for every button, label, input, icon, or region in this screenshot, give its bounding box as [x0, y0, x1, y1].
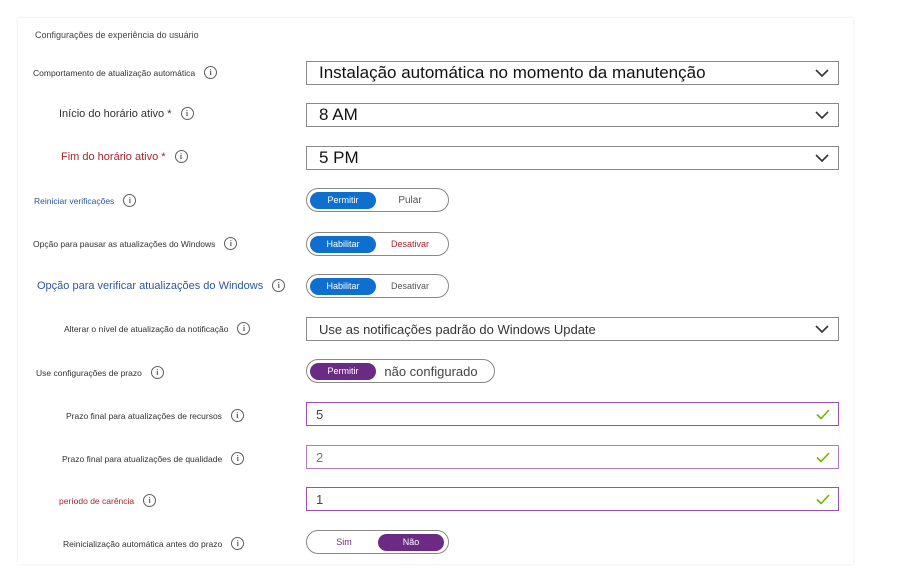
info-icon[interactable]: i	[174, 150, 188, 163]
pause-updates-toggle[interactable]: Habilitar Desativar	[306, 232, 449, 256]
check-updates-label-row: Opção para verificar atualizações do Win…	[37, 279, 286, 292]
active-start-value: 8 AM	[319, 105, 358, 124]
restart-checks-skip-option[interactable]: Pular	[376, 192, 444, 209]
active-end-select[interactable]: 5 PM	[306, 146, 839, 170]
pause-updates-label: Opção para pausar as atualizações do Win…	[33, 238, 216, 249]
info-icon[interactable]: i	[231, 537, 245, 550]
info-icon[interactable]: i	[224, 237, 238, 250]
active-end-label-row: Fim do horário ativo * i	[61, 150, 188, 163]
info-icon[interactable]: i	[204, 66, 218, 79]
info-icon[interactable]: i	[272, 279, 286, 292]
auto-update-label-row: Comportamento de atualização automática …	[33, 66, 218, 79]
quality-deadline-value: 2	[316, 449, 324, 465]
auto-restart-toggle[interactable]: Sim Não	[306, 530, 449, 554]
restart-checks-toggle[interactable]: Permitir Pular	[306, 188, 449, 212]
check-updates-toggle[interactable]: Habilitar Desativar	[306, 274, 449, 298]
pause-updates-enable-option[interactable]: Habilitar	[310, 235, 376, 253]
info-icon[interactable]: i	[123, 194, 137, 207]
auto-update-label: Comportamento de atualização automática	[33, 67, 196, 78]
notification-level-select[interactable]: Use as notificações padrão do Windows Up…	[306, 317, 839, 341]
check-updates-disable-option[interactable]: Desativar	[376, 278, 444, 295]
feature-deadline-label-row: Prazo final para atualizações de recurso…	[66, 409, 244, 422]
info-icon[interactable]: i	[237, 322, 251, 335]
deadline-settings-label-row: Use configurações de prazo i	[36, 366, 164, 379]
chevron-down-icon	[810, 61, 834, 85]
notification-level-label: Alterar o nível de atualização da notifi…	[64, 323, 229, 334]
chevron-down-icon	[810, 146, 834, 170]
chevron-down-icon	[810, 103, 834, 127]
info-icon[interactable]: i	[230, 409, 244, 422]
pause-updates-disable-option[interactable]: Desativar	[376, 236, 444, 253]
restart-checks-allow-option[interactable]: Permitir	[310, 191, 376, 209]
auto-update-select[interactable]: Instalação automática no momento da manu…	[306, 61, 839, 85]
deadline-settings-toggle[interactable]: Permitir não configurado	[306, 359, 495, 383]
checkmark-icon	[812, 446, 834, 468]
pause-updates-label-row: Opção para pausar as atualizações do Win…	[33, 237, 238, 250]
auto-restart-label: Reinicialização automática antes do praz…	[63, 538, 223, 549]
quality-deadline-input[interactable]: 2	[306, 445, 839, 469]
deadline-settings-not-configured-option[interactable]: não configurado	[376, 363, 486, 380]
feature-deadline-label: Prazo final para atualizações de recurso…	[66, 410, 222, 421]
auto-restart-label-row: Reinicialização automática antes do praz…	[63, 537, 245, 550]
active-end-value: 5 PM	[319, 148, 359, 167]
restart-checks-label-row: Reiniciar verificações i	[34, 194, 137, 207]
quality-deadline-label: Prazo final para atualizações de qualida…	[62, 453, 223, 464]
info-icon[interactable]: i	[180, 107, 194, 120]
feature-deadline-value: 5	[316, 406, 324, 422]
checkmark-icon	[812, 403, 834, 425]
auto-restart-yes-option[interactable]: Sim	[310, 534, 378, 551]
checkmark-icon	[812, 488, 834, 510]
restart-checks-label: Reiniciar verificações	[34, 195, 115, 206]
deadline-settings-label: Use configurações de prazo	[36, 367, 142, 378]
chevron-down-icon	[810, 317, 834, 341]
info-icon[interactable]: i	[231, 452, 245, 465]
section-title: Configurações de experiência do usuário	[35, 30, 199, 40]
deadline-settings-allow-option[interactable]: Permitir	[310, 362, 376, 380]
auto-update-value: Instalação automática no momento da manu…	[319, 63, 706, 82]
feature-deadline-input[interactable]: 5	[306, 402, 839, 426]
info-icon[interactable]: i	[150, 366, 164, 379]
grace-period-label: período de carência	[59, 495, 135, 506]
info-icon[interactable]: i	[143, 494, 157, 507]
auto-restart-no-option[interactable]: Não	[378, 533, 444, 551]
active-start-label-row: Início do horário ativo * i	[59, 107, 194, 120]
check-updates-enable-option[interactable]: Habilitar	[310, 277, 376, 295]
grace-period-label-row: período de carência i	[59, 494, 157, 507]
active-start-label: Início do horário ativo *	[59, 107, 172, 120]
check-updates-label: Opção para verificar atualizações do Win…	[37, 279, 264, 292]
active-end-label: Fim do horário ativo *	[61, 150, 166, 163]
grace-period-input[interactable]: 1	[306, 487, 839, 511]
notification-level-label-row: Alterar o nível de atualização da notifi…	[64, 322, 251, 335]
active-start-select[interactable]: 8 AM	[306, 103, 839, 127]
grace-period-value: 1	[316, 491, 324, 507]
quality-deadline-label-row: Prazo final para atualizações de qualida…	[62, 452, 245, 465]
notification-level-value: Use as notificações padrão do Windows Up…	[319, 321, 596, 337]
